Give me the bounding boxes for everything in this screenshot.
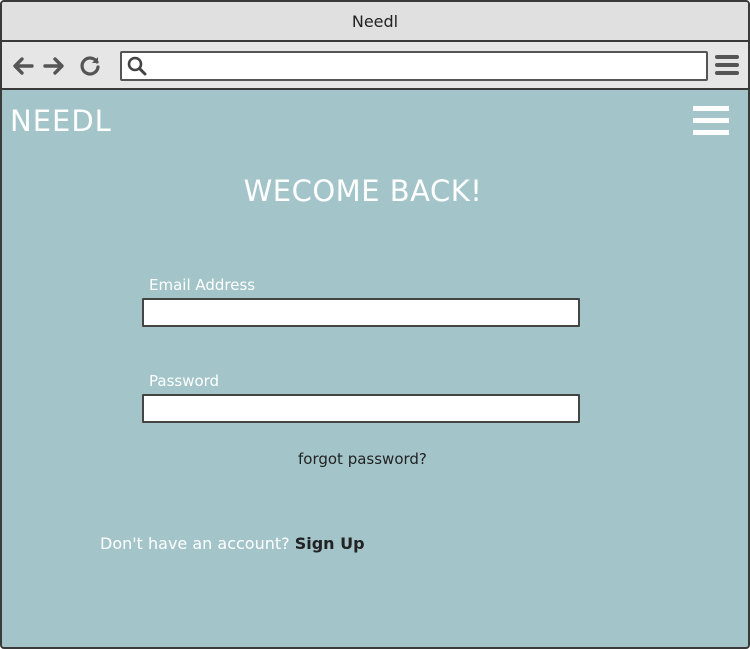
reload-icon[interactable] [78, 54, 102, 78]
browser-toolbar [2, 42, 748, 90]
email-label: Email Address [149, 276, 256, 294]
page-content: NEEDL WECOME BACK! Email Address Passwor… [2, 90, 748, 647]
arrow-right-icon[interactable] [42, 54, 66, 78]
url-input[interactable] [152, 53, 702, 81]
forgot-password-link[interactable]: forgot password? [298, 450, 427, 468]
password-label: Password [149, 372, 220, 390]
browser-window: Needl NEEDL WECOME BACK! Email Address P… [0, 0, 750, 649]
window-title: Needl [351, 11, 399, 31]
password-field[interactable] [142, 394, 580, 423]
sign-up-link[interactable]: Sign Up [295, 534, 365, 553]
page-title: WECOME BACK! [243, 174, 483, 208]
menu-icon[interactable] [715, 55, 739, 77]
signup-prompt: Don't have an account? [100, 534, 290, 553]
arrow-left-icon[interactable] [11, 54, 35, 78]
signup-prompt-line: Don't have an account? Sign Up [100, 534, 365, 553]
search-icon [126, 55, 148, 77]
brand-logo[interactable]: NEEDL [10, 104, 112, 138]
email-field[interactable] [142, 298, 580, 327]
address-bar[interactable] [120, 51, 708, 81]
hamburger-icon[interactable] [693, 106, 729, 136]
window-titlebar: Needl [2, 2, 748, 42]
